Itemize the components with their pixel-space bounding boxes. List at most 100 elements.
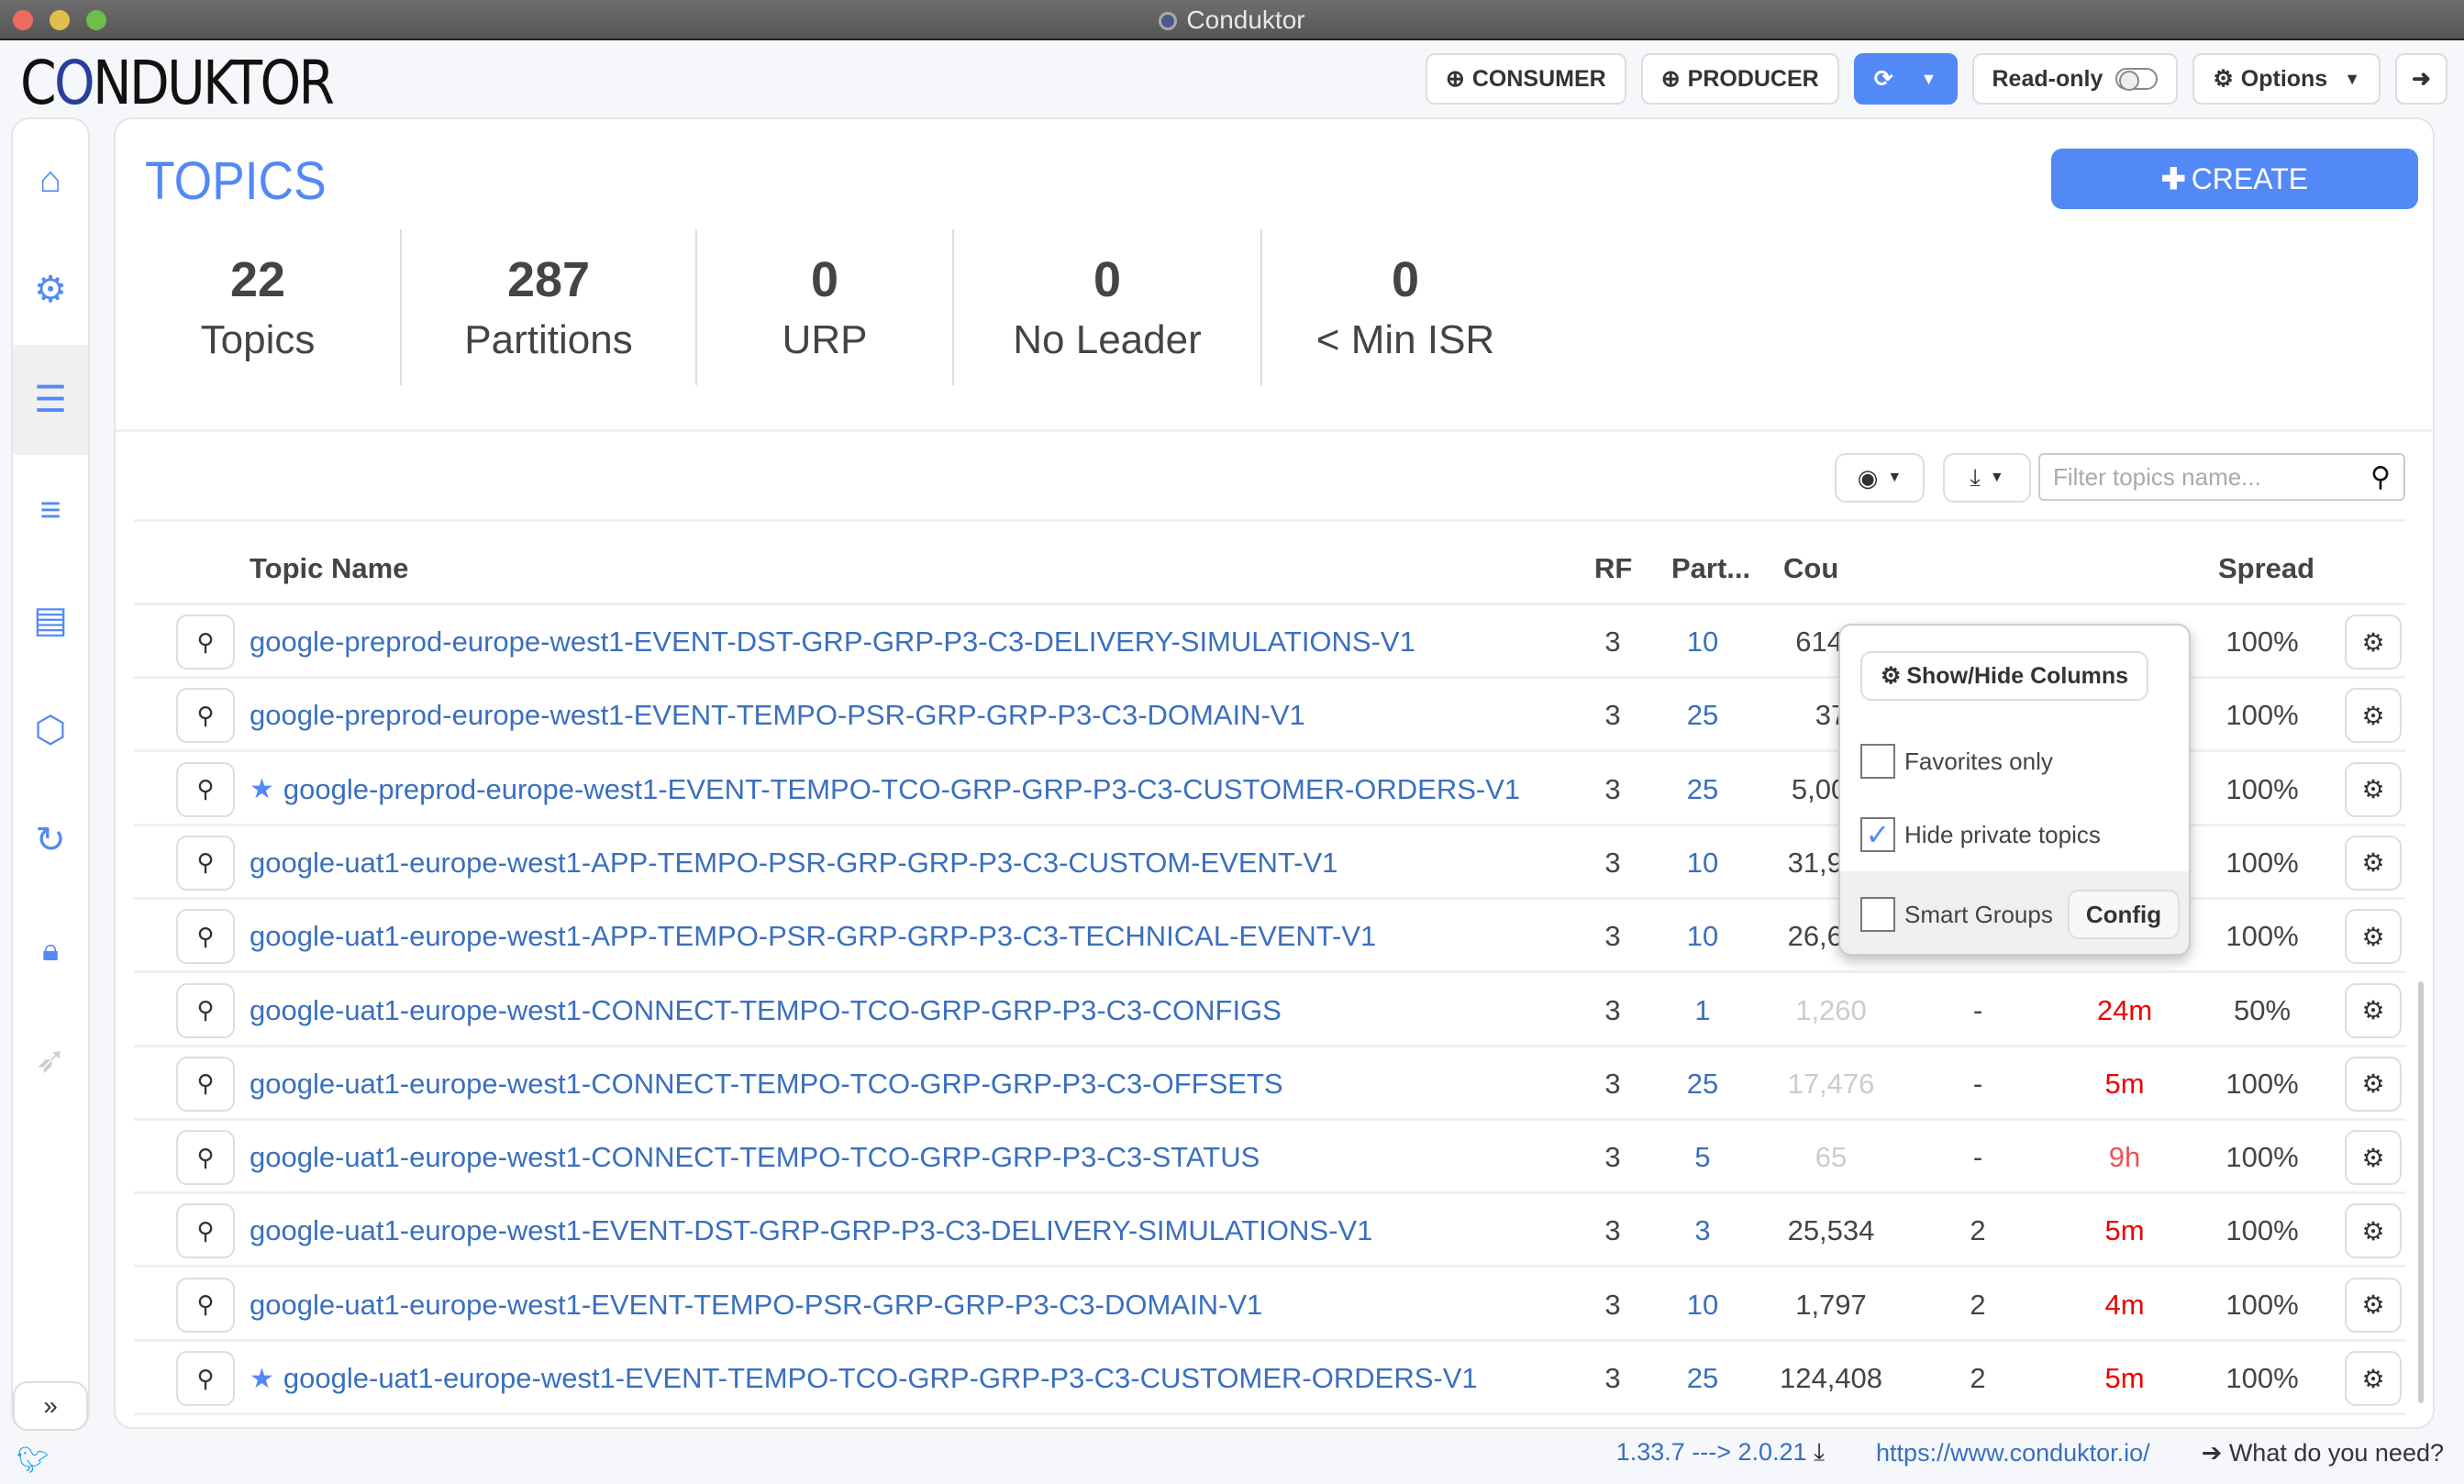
update-link[interactable]: 1.33.7 ---> 2.0.21 ⤓ xyxy=(1616,1438,1825,1467)
preview-topic-button[interactable]: ⚲ xyxy=(176,909,235,965)
search-icon[interactable]: ⚲ xyxy=(2370,461,2391,493)
preview-topic-button[interactable]: ⚲ xyxy=(176,1130,235,1186)
show-hide-columns-button[interactable]: ⚙ Show/Hide Columns xyxy=(1860,651,2148,701)
topic-settings-button[interactable]: ⚙ xyxy=(2345,615,2402,670)
topic-name-link[interactable]: google-uat1-europe-west1-EVENT-DST-GRP-G… xyxy=(250,1194,1372,1268)
topic-name: google-uat1-europe-west1-EVENT-TEMPO-TCO… xyxy=(283,1362,1478,1394)
producer-button[interactable]: ⊕ PRODUCER xyxy=(1640,53,1839,105)
column-header-name[interactable]: Topic Name xyxy=(250,552,408,585)
partitions-link[interactable]: 10 xyxy=(1675,605,1730,679)
options-button[interactable]: ⚙ Options ▼ xyxy=(2192,53,2381,105)
topic-name: google-uat1-europe-west1-CONNECT-TEMPO-T… xyxy=(250,1141,1260,1174)
topic-settings-button[interactable]: ⚙ xyxy=(2345,761,2402,817)
preview-topic-button[interactable]: ⚲ xyxy=(176,1056,235,1112)
preview-topic-button[interactable]: ⚲ xyxy=(176,1277,235,1333)
preview-topic-button[interactable]: ⚲ xyxy=(176,835,235,891)
readonly-toggle[interactable]: Read-only xyxy=(1971,53,2179,105)
sidebar-item-home[interactable]: ⌂ xyxy=(13,125,88,235)
topic-name-link[interactable]: google-preprod-europe-west1-EVENT-DST-GR… xyxy=(250,605,1415,679)
expand-sidebar-button[interactable]: » xyxy=(13,1381,88,1431)
logout-button[interactable]: ➜ xyxy=(2395,53,2447,105)
create-topic-button[interactable]: ✚ CREATE xyxy=(2051,149,2418,209)
help-link[interactable]: ➔ What do you need? xyxy=(2202,1439,2444,1467)
partitions-link[interactable]: 10 xyxy=(1675,1268,1730,1342)
view-options-button[interactable]: ◉ ▼ xyxy=(1835,453,1925,503)
hide-private-topics-option[interactable]: ✓ Hide private topics xyxy=(1840,798,2189,871)
consumer-button[interactable]: ⊕ CONSUMER xyxy=(1425,53,1626,105)
spread-value: 50% xyxy=(2233,993,2292,1026)
website-link[interactable]: https://www.conduktor.io/ xyxy=(1876,1439,2150,1467)
partitions-link[interactable]: 3 xyxy=(1675,1194,1730,1268)
twitter-icon[interactable]: 🐦︎ xyxy=(17,1445,50,1475)
favorites-only-option[interactable]: Favorites only xyxy=(1840,725,2189,798)
topic-settings-button[interactable]: ⚙ xyxy=(2345,1351,2402,1406)
topic-name-link[interactable]: google-uat1-europe-west1-CONNECT-TEMPO-T… xyxy=(250,1121,1260,1194)
favorites-only-checkbox[interactable] xyxy=(1860,744,1895,779)
topic-settings-button[interactable]: ⚙ xyxy=(2345,909,2402,965)
topic-name-link[interactable]: google-uat1-europe-west1-APP-TEMPO-PSR-G… xyxy=(250,826,1337,900)
partitions-link[interactable]: 25 xyxy=(1675,1047,1730,1121)
partitions-link[interactable]: 25 xyxy=(1675,679,1730,752)
column-header-rf[interactable]: RF xyxy=(1594,552,1632,585)
preview-topic-button[interactable]: ⚲ xyxy=(176,761,235,817)
spread-value: 100% xyxy=(2225,699,2299,732)
sidebar-item-deploy[interactable]: ➶ xyxy=(13,1005,88,1115)
chevron-down-icon: ▼ xyxy=(1920,69,1937,88)
topic-settings-button[interactable]: ⚙ xyxy=(2345,1277,2402,1333)
topic-settings-button[interactable]: ⚙ xyxy=(2345,688,2402,744)
topic-name-link[interactable]: ★ google-preprod-europe-west1-EVENT-TEMPO… xyxy=(250,753,1520,826)
star-icon[interactable]: ★ xyxy=(250,773,274,805)
stat-label: Partitions xyxy=(464,317,633,362)
sidebar-item-security[interactable]: 🔒︎ xyxy=(13,895,88,1005)
topic-name-link[interactable]: google-uat1-europe-west1-CONNECT-TEMPO-T… xyxy=(250,974,1282,1047)
preview-topic-button[interactable]: ⚲ xyxy=(176,688,235,744)
partitions-link[interactable]: 10 xyxy=(1675,826,1730,900)
sidebar-item-topics[interactable]: ☰ xyxy=(13,345,88,455)
topic-settings-button[interactable]: ⚙ xyxy=(2345,1203,2402,1259)
export-button[interactable]: ⤓ ▼ xyxy=(1943,453,2031,503)
preview-topic-button[interactable]: ⚲ xyxy=(176,1203,235,1259)
topic-settings-button[interactable]: ⚙ xyxy=(2345,1056,2402,1112)
sidebar-item-schema-registry[interactable]: ▤ xyxy=(13,565,88,675)
scrollbar[interactable] xyxy=(2418,981,2424,1403)
partitions-link[interactable]: 5 xyxy=(1675,1121,1730,1194)
topic-name-link[interactable]: ★ google-uat1-europe-west1-EVENT-TEMPO-TC… xyxy=(250,1342,1478,1415)
eye-icon: ◉ xyxy=(1857,463,1879,492)
sidebar-item-ksql[interactable]: ↻ xyxy=(13,785,88,895)
preview-topic-button[interactable]: ⚲ xyxy=(176,1351,235,1406)
star-icon[interactable]: ★ xyxy=(250,1363,274,1395)
toggle-switch[interactable] xyxy=(2115,68,2159,91)
preview-topic-button[interactable]: ⚲ xyxy=(176,615,235,670)
filter-topics-field[interactable]: ⚲ xyxy=(2038,453,2405,501)
column-header-count[interactable]: Cou xyxy=(1783,552,1838,585)
topic-name-link[interactable]: google-uat1-europe-west1-EVENT-TEMPO-PSR… xyxy=(250,1268,1262,1342)
spread-value: 100% xyxy=(2225,772,2299,805)
last-message-age: 9h xyxy=(2108,1141,2141,1174)
partitions-link[interactable]: 25 xyxy=(1675,1342,1730,1415)
topic-name-link[interactable]: google-uat1-europe-west1-APP-TEMPO-PSR-G… xyxy=(250,900,1376,973)
spread-value: 100% xyxy=(2225,1214,2299,1247)
topic-settings-button[interactable]: ⚙ xyxy=(2345,835,2402,891)
hide-private-topics-checkbox[interactable]: ✓ xyxy=(1860,817,1895,852)
topic-name-link[interactable]: google-uat1-europe-west1-CONNECT-TEMPO-T… xyxy=(250,1047,1283,1121)
sidebar-item-consumers[interactable]: ≡ xyxy=(13,455,88,565)
smart-groups-option[interactable]: Smart Groups Config xyxy=(1840,871,2189,954)
smart-groups-checkbox[interactable] xyxy=(1860,897,1895,932)
filter-topics-input[interactable] xyxy=(2053,462,2371,492)
topic-settings-button[interactable]: ⚙ xyxy=(2345,1130,2402,1186)
partitions-link[interactable]: 1 xyxy=(1675,974,1730,1047)
last-message-age: 24m xyxy=(2096,993,2153,1026)
refresh-button[interactable]: ⟳ ▼ xyxy=(1853,53,1958,105)
consumer-groups-value: 2 xyxy=(1970,1362,1986,1394)
smart-groups-config-button[interactable]: Config xyxy=(2067,890,2181,939)
topic-name-link[interactable]: google-preprod-europe-west1-EVENT-TEMPO-… xyxy=(250,679,1305,752)
preview-topic-button[interactable]: ⚲ xyxy=(176,982,235,1038)
partitions-link[interactable]: 10 xyxy=(1675,900,1730,973)
home-icon: ⌂ xyxy=(39,159,62,200)
column-header-spread[interactable]: Spread xyxy=(2218,552,2314,585)
sidebar-item-brokers[interactable]: ⚙ xyxy=(13,235,88,345)
topic-settings-button[interactable]: ⚙ xyxy=(2345,982,2402,1038)
sidebar-item-kafka-connect[interactable]: ⬡ xyxy=(13,675,88,785)
partitions-link[interactable]: 25 xyxy=(1675,753,1730,826)
column-header-partitions[interactable]: Part... xyxy=(1671,552,1750,585)
